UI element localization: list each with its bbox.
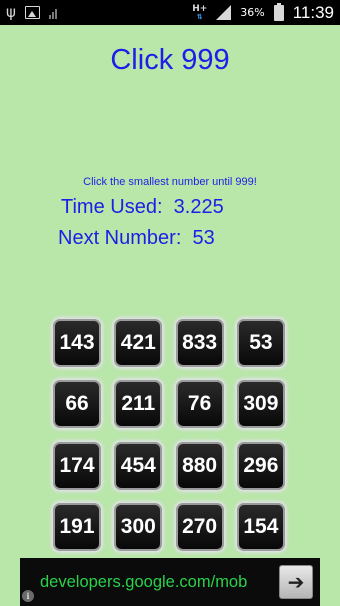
number-button[interactable]: 174	[53, 441, 101, 490]
number-button[interactable]: 191	[53, 502, 101, 551]
number-button[interactable]: 300	[114, 502, 163, 551]
number-button[interactable]: 421	[114, 319, 163, 367]
time-used-value: 3.225	[173, 196, 224, 218]
instruction-text: Click the smallest number until 999!	[83, 176, 257, 188]
status-bar: ψ H+ ⇅ 36% 11:39	[0, 0, 340, 25]
status-bar-left: ψ	[6, 5, 57, 20]
number-grid: 143 421 833 53 66 211 76 309 174 454 880…	[53, 319, 285, 551]
number-button[interactable]: 143	[53, 319, 101, 367]
number-button[interactable]: 309	[236, 380, 285, 429]
next-number-value: 53	[192, 227, 215, 249]
time-used-row: Time Used: 3.225	[61, 196, 224, 219]
number-button[interactable]: 270	[175, 502, 224, 551]
status-clock: 11:39	[292, 2, 334, 22]
signal-weak-icon	[48, 6, 57, 19]
battery-percent: 36%	[240, 6, 265, 19]
number-button[interactable]: 833	[175, 319, 224, 367]
hplus-data-icon: H+ ⇅	[192, 3, 208, 21]
number-button[interactable]: 154	[236, 502, 285, 551]
usb-icon: ψ	[6, 3, 16, 21]
arrow-right-icon[interactable]: ➔	[279, 565, 313, 599]
number-button[interactable]: 76	[175, 380, 224, 429]
ad-url-text[interactable]: developers.google.com/mob	[40, 573, 279, 592]
cell-signal-icon	[216, 5, 232, 20]
status-bar-right: H+ ⇅ 36% 11:39	[192, 2, 334, 23]
next-number-label: Next Number:	[58, 227, 182, 249]
number-button[interactable]: 211	[114, 380, 163, 429]
ad-banner[interactable]: developers.google.com/mob ➔	[20, 558, 320, 606]
number-button[interactable]: 53	[236, 319, 285, 367]
info-icon[interactable]: i	[22, 590, 34, 602]
number-button[interactable]: 296	[236, 441, 285, 490]
battery-icon	[273, 2, 284, 21]
number-button[interactable]: 454	[114, 441, 163, 490]
number-button[interactable]: 66	[53, 380, 101, 429]
page-title: Click 999	[110, 44, 230, 76]
number-button[interactable]: 880	[175, 441, 224, 490]
image-notification-icon	[24, 6, 40, 19]
time-used-label: Time Used:	[61, 196, 163, 218]
next-number-row: Next Number: 53	[58, 227, 215, 250]
